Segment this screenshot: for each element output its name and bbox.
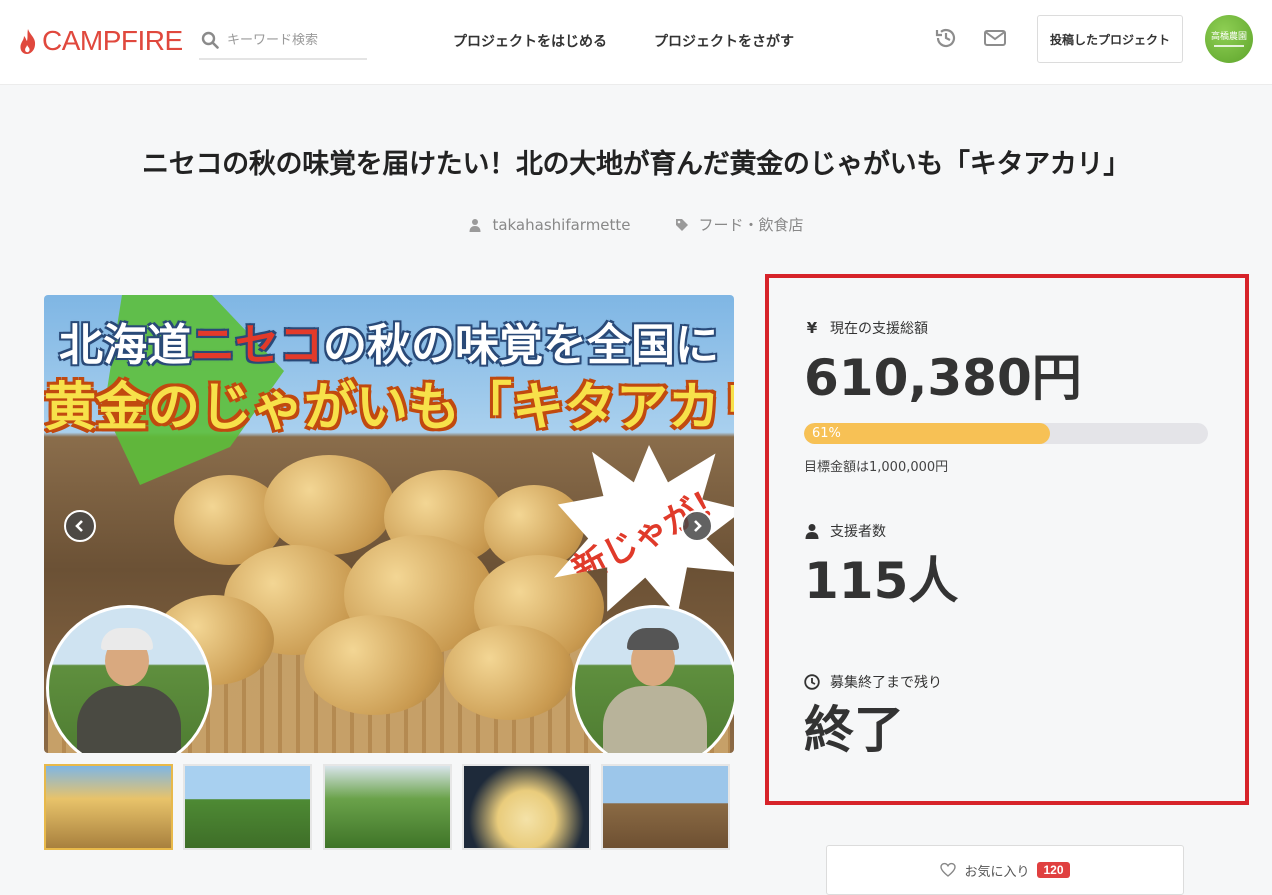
owner-name: takahashifarmette [492, 215, 631, 234]
hero-image: 北海道ニセコの秋の味覚を全国に 黄金のじゃがいも「キタアカリ」 新じゃが！ [44, 295, 734, 753]
goal-amount: 目標金額は1,000,000円 [804, 460, 949, 475]
thumbnail-1[interactable] [44, 764, 173, 850]
logo-text: CAMPFIRE [42, 25, 183, 56]
remaining-value: 終了 [804, 701, 904, 759]
hero-headline-red: ニセコ [191, 320, 323, 371]
farmer-cap [101, 628, 153, 650]
nav-find-project[interactable]: プロジェクトをさがす [654, 31, 794, 51]
farmer-body [77, 686, 181, 753]
hero-headline-post: の秋の味覚を全国に [323, 320, 719, 371]
user-icon [469, 218, 481, 232]
remaining-label: 募集終了まで残り [830, 675, 942, 691]
next-slide-button[interactable] [681, 510, 713, 542]
yen-icon: ¥ [806, 319, 818, 337]
posted-projects-button[interactable]: 投稿したプロジェクト [1037, 15, 1183, 63]
nav-start-project[interactable]: プロジェクトをはじめる [453, 31, 607, 51]
user-avatar[interactable]: 高橋農園 [1205, 15, 1253, 63]
progress-bar: 61% [804, 423, 1208, 444]
chevron-left-icon [75, 520, 83, 532]
prev-slide-button[interactable] [64, 510, 96, 542]
page-title: ニセコの秋の味覚を届けたい！北の大地が育んだ黄金のじゃがいも「キタアカリ」 [142, 149, 1130, 180]
search-icon [201, 31, 219, 49]
mail-icon[interactable] [982, 25, 1008, 51]
clock-icon [804, 674, 820, 690]
remaining-label-row: 募集終了まで残り [804, 672, 942, 692]
raised-label-row: ¥ 現在の支援総額 [804, 318, 928, 338]
progress-percent: 61% [812, 426, 841, 441]
hero-headline-pre: 北海道 [59, 320, 191, 371]
backers-label: 支援者数 [830, 524, 886, 540]
farmer-cap [627, 628, 679, 650]
raised-label: 現在の支援総額 [830, 321, 928, 337]
project-category-link[interactable]: フード・飲食店 [675, 214, 804, 235]
person-icon [805, 524, 819, 539]
history-icon[interactable] [933, 25, 959, 51]
backers-count: 115人 [804, 552, 959, 610]
heart-icon [940, 862, 957, 877]
flame-icon [20, 29, 36, 54]
progress-fill: 61% [804, 423, 1051, 444]
favorite-button[interactable]: お気に入り 120 [826, 845, 1184, 895]
thumbnail-2[interactable] [183, 764, 312, 850]
potato-shape [264, 455, 394, 555]
project-owner-link[interactable]: takahashifarmette [468, 214, 631, 235]
hero-subheadline: 黄金のじゃがいも「キタアカリ」 [44, 378, 734, 438]
potato-shape [304, 615, 444, 715]
campfire-logo[interactable]: CAMPFIRE [18, 24, 183, 58]
avatar-decoration [1214, 44, 1244, 47]
favorite-label: お気に入り [964, 863, 1030, 879]
search-box[interactable] [199, 22, 367, 60]
favorite-count-badge: 120 [1037, 862, 1070, 878]
site-header: CAMPFIRE プロジェクトをはじめる プロジェクトをさがす 投稿したプロジェ… [0, 0, 1272, 85]
thumbnail-5[interactable] [601, 764, 730, 850]
thumbnail-3[interactable] [323, 764, 452, 850]
hero-headline: 北海道ニセコの秋の味覚を全国に [44, 309, 734, 373]
search-input[interactable] [227, 32, 357, 48]
tag-icon [675, 218, 688, 231]
chevron-right-icon [694, 520, 702, 532]
raised-amount: 610,380円 [804, 349, 1082, 407]
thumbnail-4[interactable] [462, 764, 591, 850]
potato-shape [444, 625, 574, 720]
backers-label-row: 支援者数 [804, 521, 886, 541]
category-name: フード・飲食店 [698, 216, 804, 234]
farmer-body [603, 686, 707, 753]
project-meta: takahashifarmette フード・飲食店 [0, 214, 1272, 235]
avatar-text: 高橋農園 [1210, 31, 1247, 42]
